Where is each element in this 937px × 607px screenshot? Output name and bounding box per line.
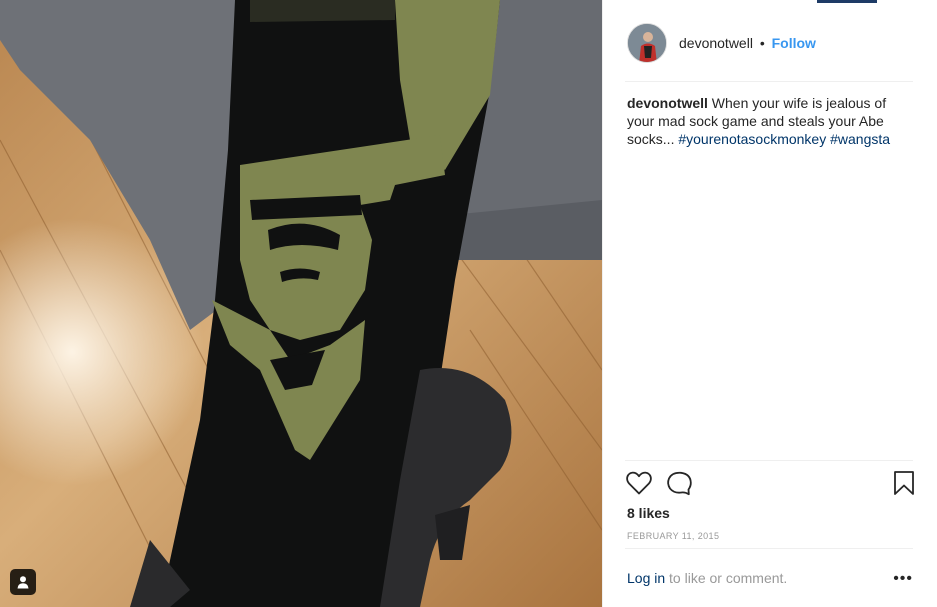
post-caption: devonotwell When your wife is jealous of… bbox=[627, 94, 907, 148]
follow-button[interactable]: Follow bbox=[772, 35, 816, 51]
avatar-image bbox=[628, 24, 666, 62]
bookmark-icon bbox=[894, 471, 914, 495]
avatar[interactable] bbox=[627, 23, 667, 63]
header-user-line: devonotwell • Follow bbox=[679, 35, 816, 51]
user-tag-icon bbox=[17, 576, 29, 589]
post-photo[interactable] bbox=[0, 0, 602, 607]
login-link[interactable]: Log in bbox=[627, 570, 665, 586]
user-tag-button[interactable] bbox=[10, 569, 36, 595]
likes-count[interactable]: 8 likes bbox=[627, 505, 670, 521]
login-prompt: Log in to like or comment. bbox=[627, 570, 787, 586]
like-button[interactable] bbox=[625, 470, 653, 501]
post-side-panel: devonotwell • Follow devonotwell When yo… bbox=[602, 0, 937, 607]
post-date: FEBRUARY 11, 2015 bbox=[627, 531, 720, 541]
hashtag-link[interactable]: #yourenotasockmonkey bbox=[678, 131, 826, 147]
post-header: devonotwell • Follow bbox=[603, 0, 937, 82]
comment-bubble-icon bbox=[667, 471, 692, 496]
save-button[interactable] bbox=[893, 470, 915, 501]
login-divider bbox=[625, 548, 913, 549]
comment-button[interactable] bbox=[665, 470, 693, 501]
login-prompt-text: to like or comment. bbox=[665, 570, 788, 586]
caption-username-link[interactable]: devonotwell bbox=[627, 95, 708, 111]
actions-divider bbox=[625, 460, 913, 461]
hashtag-link[interactable]: #wangsta bbox=[830, 131, 890, 147]
more-options-icon[interactable]: ••• bbox=[893, 571, 913, 587]
heart-icon bbox=[626, 471, 652, 495]
separator-dot: • bbox=[759, 35, 765, 51]
sock-photo-image bbox=[0, 0, 602, 607]
header-divider bbox=[625, 81, 913, 82]
username-link[interactable]: devonotwell bbox=[679, 35, 753, 51]
